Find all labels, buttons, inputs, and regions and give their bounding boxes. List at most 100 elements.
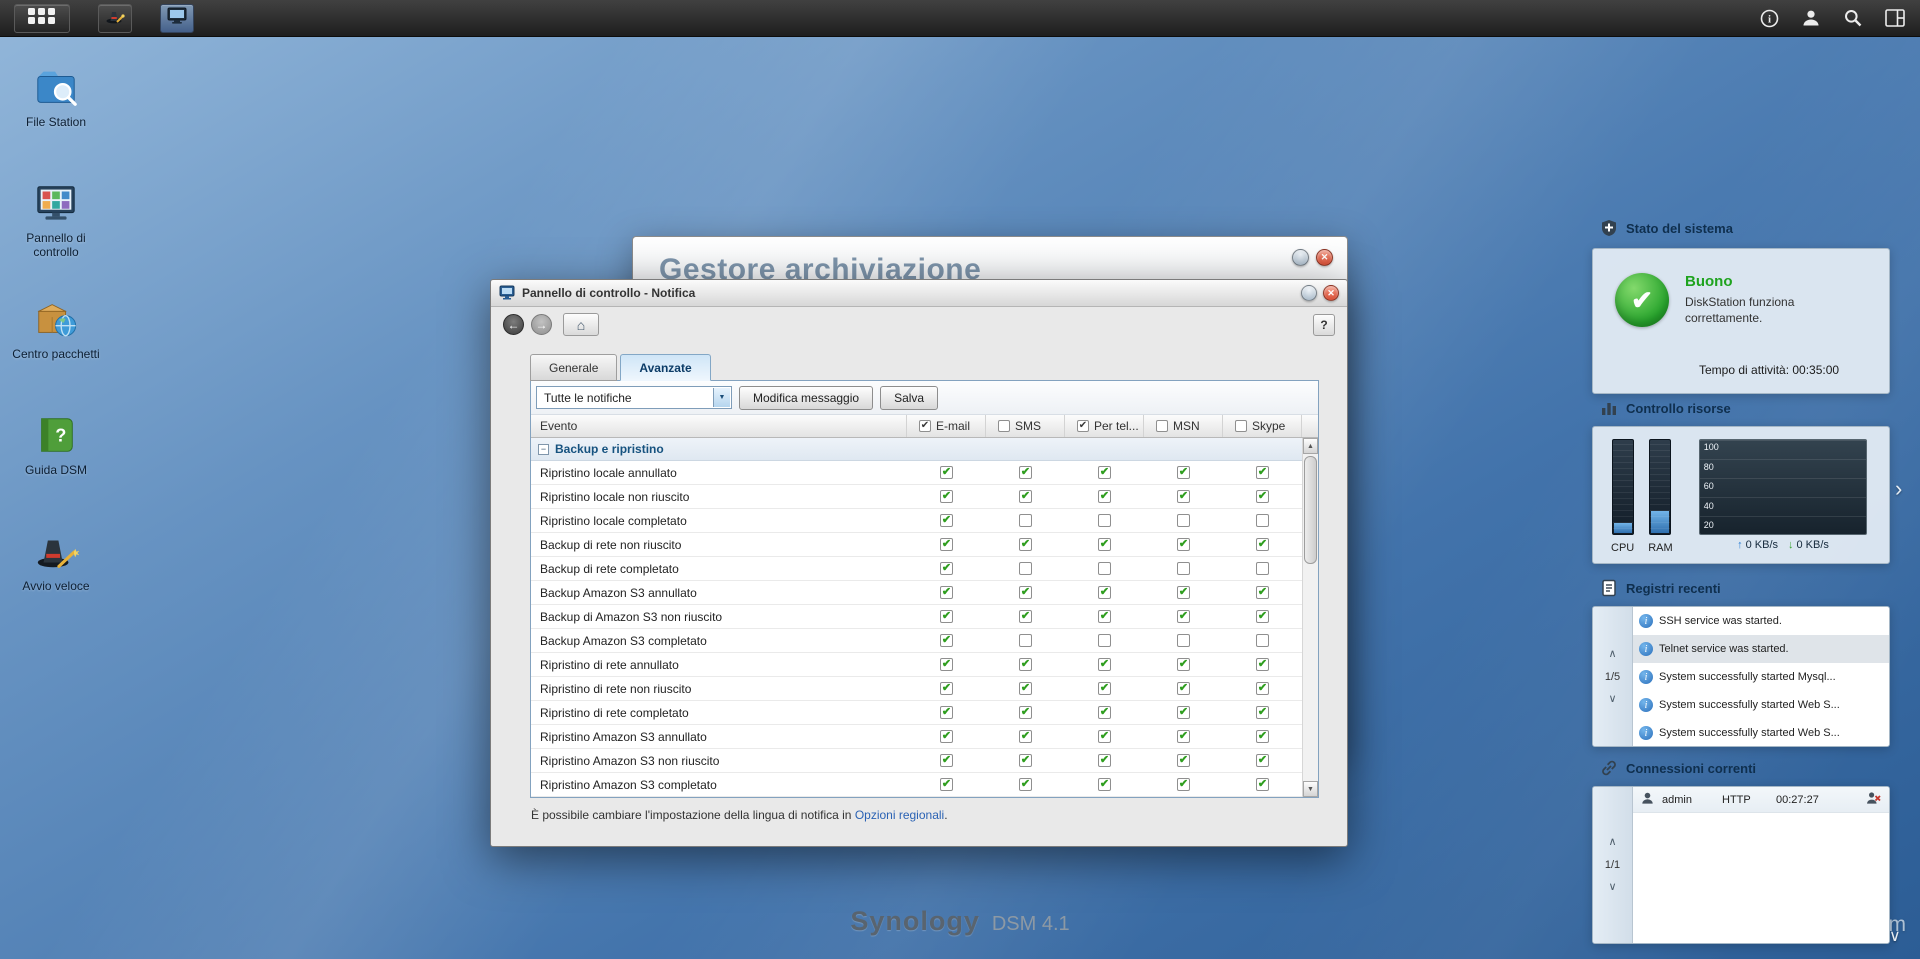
vertical-scrollbar[interactable]: ▲ ▼ xyxy=(1302,438,1318,797)
checked-checkbox[interactable]: ✔ xyxy=(940,586,953,599)
checked-checkbox[interactable]: ✔ xyxy=(1019,706,1032,719)
back-button[interactable]: ← xyxy=(503,314,524,335)
checked-checkbox[interactable]: ✔ xyxy=(1019,586,1032,599)
checked-checkbox[interactable]: ✔ xyxy=(940,754,953,767)
checked-checkbox[interactable]: ✔ xyxy=(1256,490,1269,503)
scroll-down-icon[interactable]: ▼ xyxy=(1303,781,1318,797)
checked-checkbox[interactable]: ✔ xyxy=(940,658,953,671)
scroll-up-icon[interactable]: ▲ xyxy=(1303,438,1318,454)
save-button[interactable]: Salva xyxy=(880,386,938,410)
column-checkbox[interactable] xyxy=(1156,420,1168,432)
edit-message-button[interactable]: Modifica messaggio xyxy=(739,386,873,410)
regional-options-link[interactable]: Opzioni regionali xyxy=(855,808,944,822)
table-row[interactable]: Ripristino di rete completato✔✔✔✔✔ xyxy=(531,701,1302,725)
table-row[interactable]: Ripristino locale annullato✔✔✔✔✔ xyxy=(531,461,1302,485)
checked-checkbox[interactable]: ✔ xyxy=(1177,778,1190,791)
unchecked-checkbox[interactable] xyxy=(1177,634,1190,647)
tab-avanzate[interactable]: Avanzate xyxy=(620,354,710,381)
help-icon[interactable]: i xyxy=(1758,7,1780,29)
page-down-icon[interactable]: ∨ xyxy=(1608,882,1616,893)
close-button[interactable]: ✕ xyxy=(1316,249,1333,266)
tab-generale[interactable]: Generale xyxy=(530,354,617,381)
notification-filter-select[interactable]: Tutte le notifiche ▼ xyxy=(536,386,732,409)
column-checkbox[interactable]: ✔ xyxy=(919,420,931,432)
table-row[interactable]: Ripristino Amazon S3 completato✔✔✔✔✔ xyxy=(531,773,1302,797)
checked-checkbox[interactable]: ✔ xyxy=(1098,682,1111,695)
kick-user-icon[interactable] xyxy=(1866,791,1881,808)
checked-checkbox[interactable]: ✔ xyxy=(1177,490,1190,503)
checked-checkbox[interactable]: ✔ xyxy=(1098,610,1111,623)
checked-checkbox[interactable]: ✔ xyxy=(940,538,953,551)
log-entry[interactable]: iSSH service was started. xyxy=(1633,607,1889,635)
table-row[interactable]: Backup Amazon S3 completato✔ xyxy=(531,629,1302,653)
checked-checkbox[interactable]: ✔ xyxy=(1177,538,1190,551)
column-checkbox[interactable] xyxy=(998,420,1010,432)
checked-checkbox[interactable]: ✔ xyxy=(1256,706,1269,719)
checked-checkbox[interactable]: ✔ xyxy=(940,778,953,791)
checked-checkbox[interactable]: ✔ xyxy=(940,706,953,719)
scrollbar-thumb[interactable] xyxy=(1304,456,1317,564)
checked-checkbox[interactable]: ✔ xyxy=(1019,610,1032,623)
checked-checkbox[interactable]: ✔ xyxy=(1019,682,1032,695)
taskbar-window-button[interactable] xyxy=(160,4,194,33)
checked-checkbox[interactable]: ✔ xyxy=(940,634,953,647)
checked-checkbox[interactable]: ✔ xyxy=(1256,754,1269,767)
minimize-button[interactable] xyxy=(1292,249,1309,266)
checked-checkbox[interactable]: ✔ xyxy=(940,610,953,623)
widgets-scroll-down-icon[interactable]: ∨ xyxy=(1889,926,1901,946)
main-menu-button[interactable] xyxy=(14,4,70,33)
unchecked-checkbox[interactable] xyxy=(1256,634,1269,647)
checked-checkbox[interactable]: ✔ xyxy=(1098,490,1111,503)
unchecked-checkbox[interactable] xyxy=(1019,634,1032,647)
checked-checkbox[interactable]: ✔ xyxy=(1256,682,1269,695)
checked-checkbox[interactable]: ✔ xyxy=(1098,466,1111,479)
unchecked-checkbox[interactable] xyxy=(1256,514,1269,527)
table-row[interactable]: Ripristino Amazon S3 annullato✔✔✔✔✔ xyxy=(531,725,1302,749)
unchecked-checkbox[interactable] xyxy=(1098,562,1111,575)
checked-checkbox[interactable]: ✔ xyxy=(1019,490,1032,503)
checked-checkbox[interactable]: ✔ xyxy=(940,682,953,695)
checked-checkbox[interactable]: ✔ xyxy=(940,466,953,479)
checked-checkbox[interactable]: ✔ xyxy=(1019,754,1032,767)
checked-checkbox[interactable]: ✔ xyxy=(1019,730,1032,743)
window-help-button[interactable]: ? xyxy=(1313,314,1335,336)
unchecked-checkbox[interactable] xyxy=(1019,514,1032,527)
page-down-icon[interactable]: ∨ xyxy=(1608,694,1616,705)
log-entry[interactable]: iSystem successfully started Web S... xyxy=(1633,719,1889,747)
desktop-icon-package-center[interactable]: Centro pacchetti xyxy=(6,296,106,412)
checked-checkbox[interactable]: ✔ xyxy=(1098,586,1111,599)
checked-checkbox[interactable]: ✔ xyxy=(940,490,953,503)
checked-checkbox[interactable]: ✔ xyxy=(1256,466,1269,479)
checked-checkbox[interactable]: ✔ xyxy=(1256,730,1269,743)
unchecked-checkbox[interactable] xyxy=(1177,514,1190,527)
log-entry[interactable]: iSystem successfully started Web S... xyxy=(1633,691,1889,719)
desktop-icon-quick-start[interactable]: Avvio veloce xyxy=(6,528,106,644)
desktop-icon-dsm-help[interactable]: ?Guida DSM xyxy=(6,412,106,528)
table-row[interactable]: Backup Amazon S3 annullato✔✔✔✔✔ xyxy=(531,581,1302,605)
widgets-panel-icon[interactable] xyxy=(1884,7,1906,29)
column-checkbox[interactable]: ✔ xyxy=(1077,420,1089,432)
user-icon[interactable] xyxy=(1800,7,1822,29)
checked-checkbox[interactable]: ✔ xyxy=(1019,538,1032,551)
collapse-group-icon[interactable]: − xyxy=(538,444,549,455)
forward-button[interactable]: → xyxy=(531,314,552,335)
checked-checkbox[interactable]: ✔ xyxy=(1098,730,1111,743)
checked-checkbox[interactable]: ✔ xyxy=(1177,658,1190,671)
checked-checkbox[interactable]: ✔ xyxy=(1256,610,1269,623)
checked-checkbox[interactable]: ✔ xyxy=(940,514,953,527)
checked-checkbox[interactable]: ✔ xyxy=(1019,658,1032,671)
table-row[interactable]: Backup di rete completato✔ xyxy=(531,557,1302,581)
unchecked-checkbox[interactable] xyxy=(1256,562,1269,575)
column-checkbox[interactable] xyxy=(1235,420,1247,432)
checked-checkbox[interactable]: ✔ xyxy=(1177,706,1190,719)
checked-checkbox[interactable]: ✔ xyxy=(1177,730,1190,743)
page-up-icon[interactable]: ∧ xyxy=(1608,649,1616,660)
taskbar-quick-start-button[interactable] xyxy=(98,4,132,33)
chevron-down-icon[interactable]: ▼ xyxy=(713,388,730,407)
checked-checkbox[interactable]: ✔ xyxy=(1098,538,1111,551)
checked-checkbox[interactable]: ✔ xyxy=(1177,610,1190,623)
table-row[interactable]: Backup di rete non riuscito✔✔✔✔✔ xyxy=(531,533,1302,557)
checked-checkbox[interactable]: ✔ xyxy=(1177,466,1190,479)
search-icon[interactable] xyxy=(1842,7,1864,29)
checked-checkbox[interactable]: ✔ xyxy=(1019,466,1032,479)
